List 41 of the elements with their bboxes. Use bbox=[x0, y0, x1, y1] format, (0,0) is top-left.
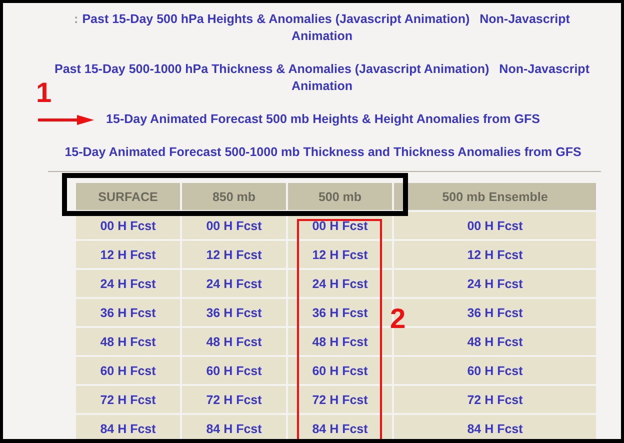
link[interactable]: 15-Day Animated Forecast 500-1000 mb Thickness and Thickness Anomalies from GFS bbox=[64, 145, 582, 159]
link[interactable]: 24 H Fcst bbox=[312, 276, 368, 290]
link[interactable]: 24 H Fcst bbox=[100, 276, 156, 290]
link[interactable]: 24 H Fcst bbox=[467, 276, 523, 290]
column-header: 500 mb bbox=[288, 183, 392, 210]
link[interactable]: 72 H Fcst bbox=[312, 392, 368, 406]
link[interactable]: 84 H Fcst bbox=[467, 422, 523, 436]
column-header: SURFACE bbox=[76, 183, 180, 210]
link[interactable]: 00 H Fcst bbox=[206, 218, 262, 232]
link[interactable]: 15-Day Animated Forecast 500 mb Heights & Height Anomalies from GFS bbox=[106, 112, 540, 126]
link[interactable]: 12 H Fcst bbox=[467, 248, 523, 262]
link[interactable]: 84 H Fcst bbox=[312, 422, 368, 436]
column-header: 500 mb Ensemble bbox=[394, 183, 596, 210]
link[interactable]: 36 H Fcst bbox=[206, 306, 262, 320]
annotation-number: 2 bbox=[390, 305, 406, 333]
annotation-arrow bbox=[37, 114, 95, 126]
link[interactable]: 48 H Fcst bbox=[467, 334, 523, 348]
link[interactable]: 12 H Fcst bbox=[100, 248, 156, 262]
link[interactable]: 60 H Fcst bbox=[100, 364, 156, 378]
link[interactable]: 00 H Fcst bbox=[467, 218, 523, 232]
link[interactable]: 48 H Fcst bbox=[100, 334, 156, 348]
column-header: 850 mb bbox=[182, 183, 286, 210]
link[interactable]: 36 H Fcst bbox=[100, 306, 156, 320]
link[interactable]: 60 H Fcst bbox=[206, 364, 262, 378]
link[interactable]: 12 H Fcst bbox=[206, 248, 262, 262]
link[interactable]: 84 H Fcst bbox=[206, 422, 262, 436]
link[interactable]: 72 H Fcst bbox=[100, 392, 156, 406]
link[interactable]: 48 H Fcst bbox=[206, 334, 262, 348]
link[interactable]: 36 H Fcst bbox=[467, 306, 523, 320]
link[interactable]: 00 H Fcst bbox=[312, 218, 368, 232]
link[interactable]: 12 H Fcst bbox=[312, 248, 368, 262]
link[interactable]: 72 H Fcst bbox=[467, 392, 523, 406]
link[interactable]: 00 H Fcst bbox=[100, 218, 156, 232]
link-line[interactable]: : Past 15-Day 500 hPa Heights & Anomalies (Javascript Animation) Non-Javascript Animation bbox=[47, 11, 597, 45]
link[interactable]: 72 H Fcst bbox=[206, 392, 262, 406]
link[interactable]: 60 H Fcst bbox=[467, 364, 523, 378]
link[interactable]: 36 H Fcst bbox=[312, 306, 368, 320]
link[interactable]: 24 H Fcst bbox=[206, 276, 262, 290]
link[interactable]: 84 H Fcst bbox=[100, 422, 156, 436]
link[interactable]: 48 H Fcst bbox=[312, 334, 368, 348]
link[interactable]: 60 H Fcst bbox=[312, 364, 368, 378]
